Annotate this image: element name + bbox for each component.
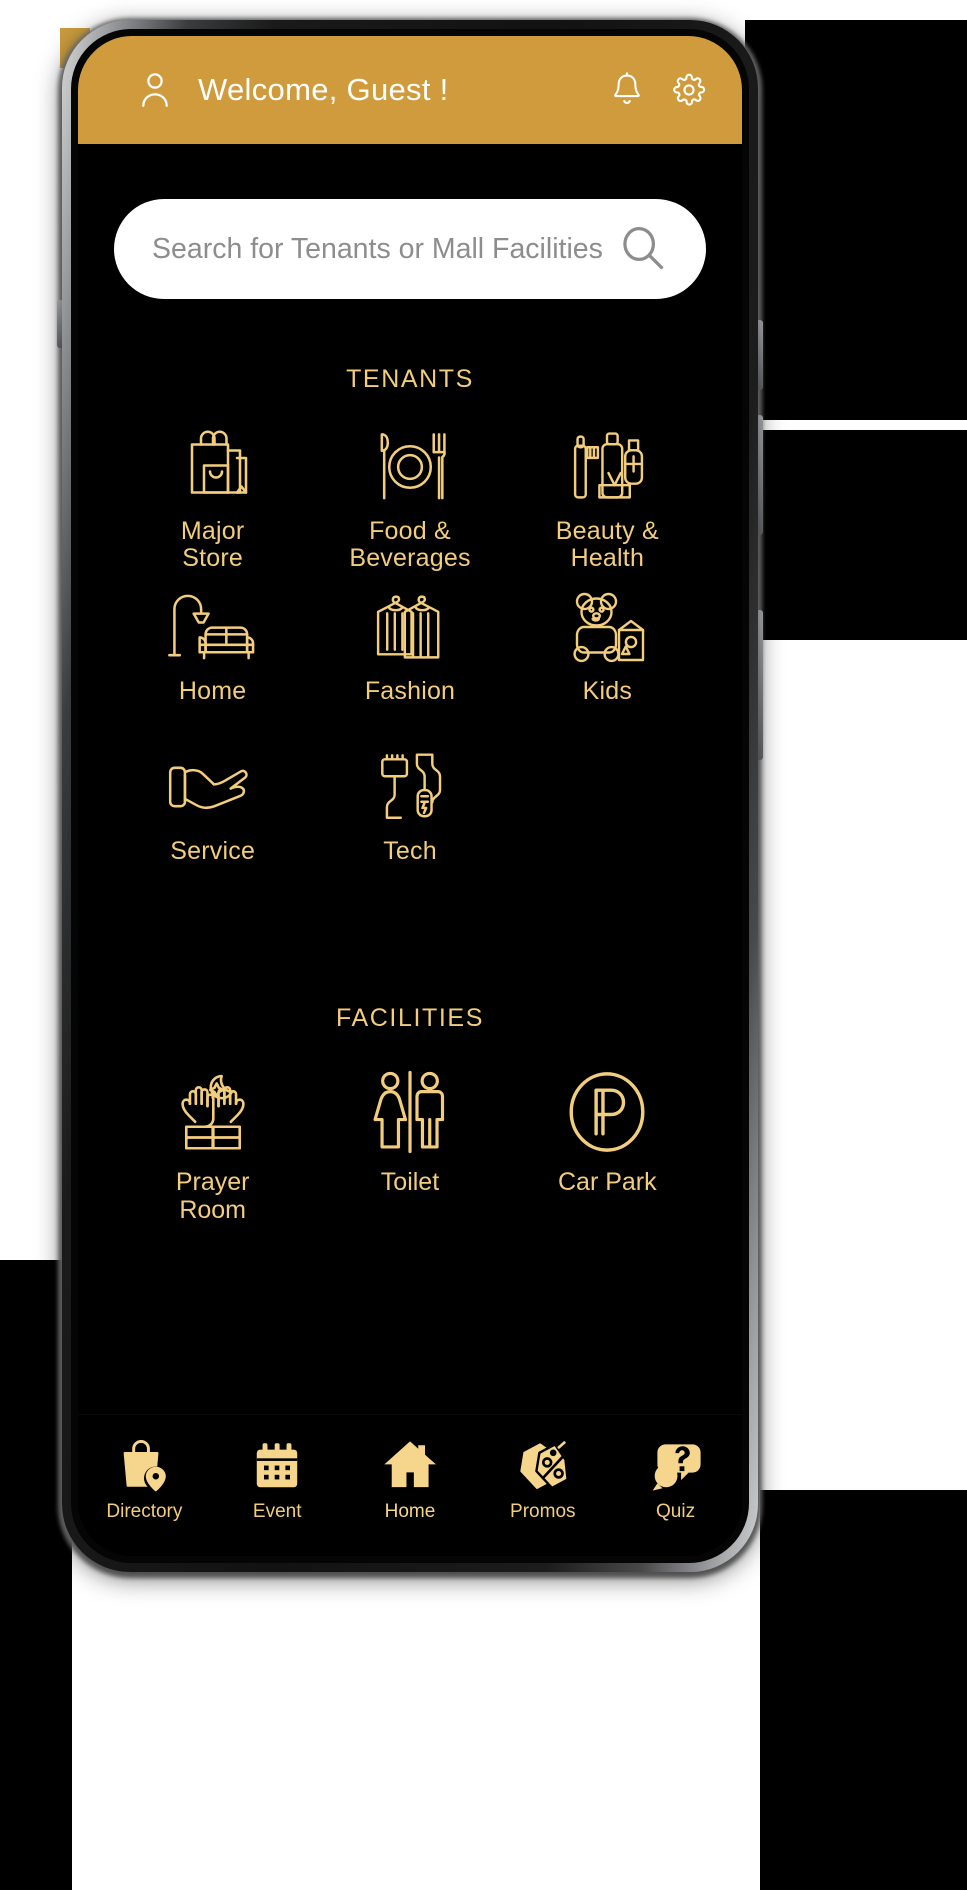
app-screen: Welcome, Guest ! Search for Tenants or M… [78,36,742,1556]
tenants-grid: Major Store Food & Beverages Beauty & He… [78,394,742,900]
category-fashion[interactable]: Fashion [311,588,508,740]
cable-connector-icon [373,748,447,826]
backdrop-block-bottom-right [760,1490,967,1890]
phone-bezel: Welcome, Guest ! Search for Tenants or M… [71,29,749,1563]
calendar-icon [252,1433,302,1493]
label-line-2: Beverages [349,544,471,572]
bottom-navigation-bar: Directory Event Home Promos Quiz [78,1414,742,1556]
phone-frame: Welcome, Guest ! Search for Tenants or M… [62,20,758,1572]
category-label: Beauty & Health [556,518,659,572]
category-tech[interactable]: Tech [311,748,508,900]
bell-icon[interactable] [608,71,646,109]
plate-cutlery-icon [367,428,453,506]
facility-label: Prayer Room [175,1168,250,1224]
facility-label: Toilet [380,1168,440,1196]
search-bar[interactable] [114,199,706,299]
category-kids[interactable]: Kids [509,588,706,740]
discount-tags-icon [516,1433,570,1493]
tenants-section-title: TENANTS [346,365,474,393]
backdrop-block-top-right [745,20,967,420]
label-line-1: Food & [369,517,451,545]
label-line-2: Store [182,544,244,572]
label-line-1: Beauty & [555,517,659,545]
greeting-text: Welcome, Guest ! [198,72,449,107]
sofa-lamp-icon [167,588,259,666]
facility-prayer-room[interactable]: Prayer Room [114,1069,311,1224]
clothes-hanger-icon [369,588,451,666]
category-label: Home [178,677,247,705]
facilities-section-title: FACILITIES [336,1004,484,1032]
gear-icon[interactable] [670,71,708,109]
facility-car-park[interactable]: Car Park [509,1069,706,1224]
category-label: Service [170,837,256,865]
facilities-grid: Prayer Room Toilet Car Park [78,1033,742,1224]
category-major-store[interactable]: Major Store [114,428,311,580]
praying-hands-icon [170,1069,256,1155]
nav-item-promos[interactable]: Promos [483,1433,603,1523]
nav-item-quiz[interactable]: Quiz [616,1433,736,1523]
search-section [78,144,742,299]
question-bubble-icon [649,1433,703,1493]
restroom-icon [369,1069,451,1155]
backdrop-block-mid-right [755,430,967,640]
screenshot-root: Welcome, Guest ! Search for Tenants or M… [0,0,967,1890]
person-icon[interactable] [136,71,174,109]
parking-p-icon [565,1069,649,1155]
teddy-bear-icon [565,588,649,666]
label-line-1: Prayer [175,1168,250,1196]
nav-label: Promos [510,1501,576,1522]
category-service[interactable]: Service [114,748,311,900]
nav-label: Quiz [656,1501,696,1522]
nav-item-event[interactable]: Event [217,1433,337,1523]
nav-label: Home [384,1501,436,1522]
category-label: Tech [383,837,437,865]
category-home[interactable]: Home [114,588,311,740]
cosmetics-icon [566,428,648,506]
shopping-bag-pin-icon [117,1433,171,1493]
open-hand-icon [165,748,261,826]
nav-item-home[interactable]: Home [350,1433,470,1523]
label-line-2: Health [570,544,645,572]
facility-label: Car Park [558,1168,657,1196]
label-line-1: Major [180,517,245,545]
category-label: Fashion [364,677,456,705]
facility-toilet[interactable]: Toilet [311,1069,508,1224]
nav-item-directory[interactable]: Directory [84,1433,204,1523]
app-header: Welcome, Guest ! [78,36,742,144]
house-icon [382,1433,438,1493]
search-input[interactable] [152,232,618,266]
category-label: Food & Beverages [349,518,470,572]
label-line-2: Room [179,1195,246,1224]
nav-label: Event [252,1501,302,1522]
category-food-beverages[interactable]: Food & Beverages [311,428,508,580]
search-icon[interactable] [618,224,668,274]
category-label: Major Store [181,518,245,572]
category-label: Kids [582,677,633,705]
shopping-bags-icon [171,428,255,506]
category-beauty-health[interactable]: Beauty & Health [509,428,706,580]
nav-label: Directory [106,1501,183,1522]
